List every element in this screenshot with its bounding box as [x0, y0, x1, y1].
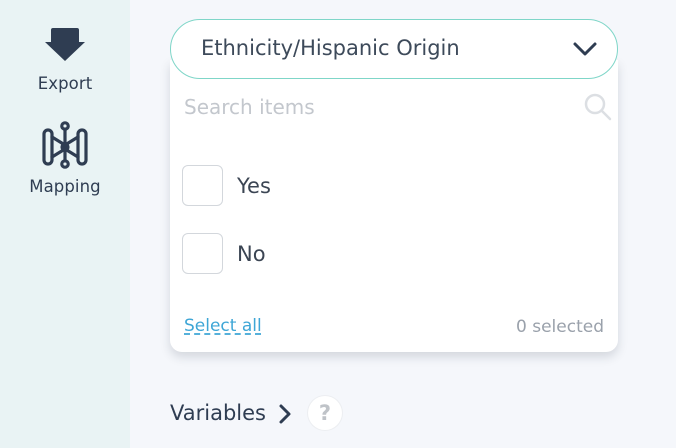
variables-section: Variables ?: [170, 396, 342, 430]
mapping-icon: [41, 121, 89, 173]
mapping-button[interactable]: Mapping: [0, 121, 130, 196]
export-button[interactable]: Export: [0, 26, 130, 93]
search-icon[interactable]: [584, 93, 612, 125]
checkbox-no[interactable]: [182, 233, 223, 274]
option-label: No: [237, 241, 266, 266]
select-all-link[interactable]: Select all: [184, 316, 262, 336]
filter-select[interactable]: Ethnicity/Hispanic Origin: [170, 19, 618, 79]
help-icon[interactable]: ?: [307, 396, 342, 430]
option-no[interactable]: No: [182, 233, 266, 274]
option-yes[interactable]: Yes: [182, 165, 271, 206]
chevron-right-icon[interactable]: [278, 403, 292, 429]
selected-count: 0 selected: [516, 317, 604, 337]
dropdown-panel: Yes No Select all 0 selected: [170, 60, 618, 352]
sidebar: Export Mapping: [0, 0, 130, 448]
chevron-down-icon: [572, 39, 598, 63]
export-label: Export: [37, 74, 93, 93]
mapping-label: Mapping: [29, 177, 101, 196]
download-arrow-icon: [45, 26, 85, 66]
search-input[interactable]: [184, 90, 604, 124]
main-panel: Yes No Select all 0 selected Ethnicity/H…: [130, 0, 676, 448]
checkbox-yes[interactable]: [182, 165, 223, 206]
variables-toggle[interactable]: Variables: [170, 401, 266, 425]
option-label: Yes: [237, 173, 271, 198]
selected-value: Ethnicity/Hispanic Origin: [201, 36, 460, 60]
